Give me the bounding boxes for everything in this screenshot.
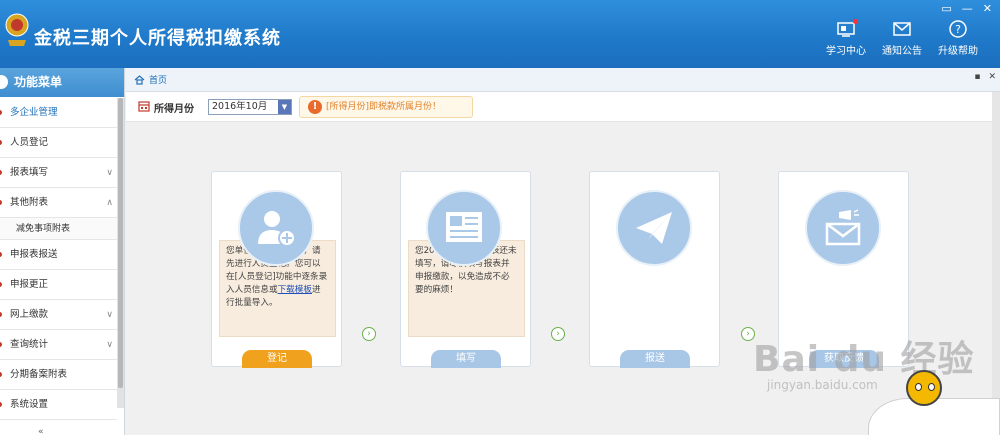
- period-label: 所得月份: [154, 104, 194, 115]
- sidebar: 功能菜单 多企业管理 人员登记 报表填写 ∨ 其他附表 ∧ 减免事项附表 申报表…: [0, 68, 125, 435]
- sidebar-item-report-submit[interactable]: 申报表报送: [0, 240, 117, 270]
- cloud-decoration: [868, 398, 1000, 435]
- bullet-icon: [0, 372, 2, 377]
- fill-button[interactable]: 填写: [431, 350, 501, 368]
- period-select[interactable]: 2016年10月 ▼: [208, 99, 292, 115]
- close-button[interactable]: ✕: [983, 2, 992, 15]
- paper-plane-icon: [616, 190, 692, 266]
- tab-home[interactable]: 首页: [134, 73, 167, 86]
- tab-home-label: 首页: [149, 76, 168, 86]
- chevron-down-icon: ∨: [106, 168, 113, 178]
- sidebar-item-label: 系统设置: [10, 399, 49, 410]
- mail-icon: [893, 22, 911, 36]
- sidebar-menu: 多企业管理 人员登记 报表填写 ∨ 其他附表 ∧ 减免事项附表 申报表报送 申报…: [0, 98, 117, 420]
- sidebar-item-report-fill[interactable]: 报表填写 ∨: [0, 158, 117, 188]
- sidebar-item-label: 申报表报送: [10, 249, 58, 260]
- upgrade-help-label: 升级帮助: [938, 46, 978, 57]
- upgrade-help-button[interactable]: ? 升级帮助: [932, 20, 984, 57]
- period-tip-text: [所得月份]即税款所属月份！: [326, 102, 442, 112]
- sidebar-item-label: 人员登记: [10, 137, 49, 148]
- menu-circle-icon: [0, 75, 8, 89]
- sidebar-item-report-correct[interactable]: 申报更正: [0, 270, 117, 300]
- app-title: 金税三期个人所得税扣缴系统: [34, 28, 281, 49]
- bullet-icon: [0, 200, 2, 205]
- tab-close-button[interactable]: ✕: [988, 72, 996, 82]
- download-template-link[interactable]: 下载模板: [278, 285, 312, 295]
- restore-button[interactable]: ▭: [941, 2, 951, 15]
- bullet-icon: [0, 140, 2, 145]
- warning-icon: !: [308, 100, 322, 114]
- bullet-icon: [0, 402, 2, 407]
- sidebar-item-personnel-register[interactable]: 人员登记: [0, 128, 117, 158]
- sidebar-item-online-payment[interactable]: 网上缴款 ∨: [0, 300, 117, 330]
- sidebar-item-label: 分期备案附表: [10, 369, 68, 380]
- sidebar-item-settings[interactable]: 系统设置: [0, 390, 117, 420]
- tab-restore-button[interactable]: ▪: [974, 72, 980, 82]
- tab-controls: ▪ ✕: [974, 72, 996, 82]
- tab-bar: 首页 ▪ ✕: [126, 68, 1000, 92]
- sidebar-item-query-stats[interactable]: 查询统计 ∨: [0, 330, 117, 360]
- chevron-down-icon: ∨: [106, 310, 113, 320]
- period-value: 2016年10月: [212, 101, 268, 112]
- step-arrow-icon: ›: [551, 327, 565, 341]
- chevron-down-icon: ∨: [106, 340, 113, 350]
- window-controls: ▭ — ✕: [941, 2, 992, 15]
- sidebar-header: 功能菜单: [0, 68, 124, 97]
- bullet-icon: [0, 110, 2, 115]
- learning-center-label: 学习中心: [826, 46, 866, 57]
- notice-button[interactable]: 通知公告: [876, 20, 928, 57]
- period-tip: ! [所得月份]即税款所属月份！: [299, 96, 473, 118]
- period-bar: 所得月份 2016年10月 ▼ ! [所得月份]即税款所属月份！: [126, 92, 1000, 122]
- learning-center-button[interactable]: 学习中心: [820, 19, 872, 57]
- calendar-icon: [138, 101, 150, 112]
- sidebar-item-label: 多企业管理: [10, 107, 58, 118]
- dropdown-arrow-icon[interactable]: ▼: [278, 100, 291, 114]
- bullet-icon: [0, 342, 2, 347]
- help-icon: ?: [949, 20, 967, 38]
- submit-button[interactable]: 报送: [620, 350, 690, 368]
- sidebar-item-other-schedules[interactable]: 其他附表 ∧: [0, 188, 117, 218]
- sidebar-item-label: 报表填写: [10, 167, 49, 178]
- title-bar: 金税三期个人所得税扣缴系统 ▭ — ✕ 学习中心 通知公告 ? 升级帮助: [0, 0, 1000, 68]
- sidebar-item-label: 查询统计: [10, 339, 49, 350]
- sidebar-item-installment[interactable]: 分期备案附表: [0, 360, 117, 390]
- step-arrow-icon: ›: [362, 327, 376, 341]
- mascot-icon: [906, 370, 942, 406]
- notification-dot: [853, 19, 858, 24]
- sidebar-scrollbar[interactable]: [117, 98, 124, 408]
- collapse-sidebar-button[interactable]: «: [38, 427, 52, 435]
- sidebar-item-label: 其他附表: [10, 197, 49, 208]
- watermark-text: Bai du 经验: [753, 339, 975, 380]
- bullet-icon: [0, 252, 2, 257]
- chevron-up-icon: ∧: [106, 198, 113, 208]
- bullet-icon: [0, 282, 2, 287]
- sidebar-item-multi-company[interactable]: 多企业管理: [0, 98, 117, 128]
- notice-label: 通知公告: [882, 46, 922, 57]
- register-button[interactable]: 登记: [242, 350, 312, 368]
- sidebar-item-label: 申报更正: [10, 279, 49, 290]
- home-icon: [134, 74, 145, 85]
- form-fill-icon: [426, 190, 502, 266]
- person-add-icon: [238, 190, 314, 266]
- sidebar-item-label: 减免事项附表: [16, 224, 71, 234]
- bullet-icon: [0, 312, 2, 317]
- sidebar-subitem-exemption[interactable]: 减免事项附表: [0, 218, 117, 240]
- svg-text:?: ?: [955, 23, 961, 36]
- national-emblem-icon: [5, 13, 29, 46]
- bullet-icon: [0, 170, 2, 175]
- scrollbar-thumb[interactable]: [118, 98, 123, 388]
- sidebar-item-label: 网上缴款: [10, 309, 49, 320]
- sidebar-title: 功能菜单: [14, 75, 63, 89]
- feedback-mail-icon: [805, 190, 881, 266]
- minimize-button[interactable]: —: [962, 2, 973, 15]
- main-scrollbar[interactable]: [992, 92, 1000, 435]
